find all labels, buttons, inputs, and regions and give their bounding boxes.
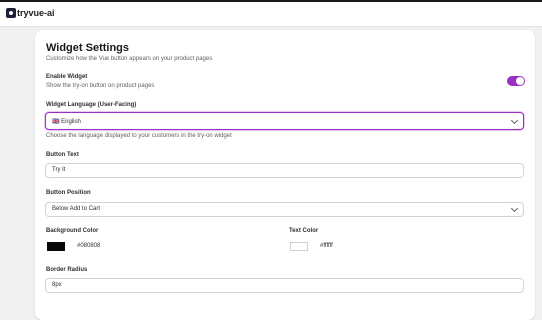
chevron-down-icon bbox=[510, 204, 519, 213]
widget-settings-card: Widget Settings Customize how the Vue bu… bbox=[35, 30, 535, 320]
app-brand: tryvue-ai bbox=[17, 8, 55, 18]
text-color-swatch[interactable] bbox=[290, 242, 308, 251]
border-radius-label: Border Radius bbox=[46, 267, 88, 273]
background-color-value[interactable]: #080808 bbox=[77, 243, 100, 249]
text-color-value[interactable]: #ffffff bbox=[320, 243, 333, 249]
button-position-label: Button Position bbox=[46, 190, 91, 196]
app-header: tryvue-ai bbox=[0, 2, 542, 27]
button-text-value: Try It bbox=[52, 167, 66, 173]
background-color-swatch[interactable] bbox=[47, 242, 65, 251]
language-select-value: 🇬🇧 English bbox=[52, 119, 81, 125]
app-logo-icon bbox=[6, 8, 16, 18]
button-position-value: Below Add to Cart bbox=[52, 206, 101, 212]
chevron-down-icon bbox=[510, 116, 519, 125]
button-text-label: Button Text bbox=[46, 152, 79, 158]
enable-widget-label: Enable Widget bbox=[46, 74, 88, 80]
language-help: Choose the language displayed to your cu… bbox=[46, 133, 232, 139]
text-color-label: Text Color bbox=[289, 228, 319, 234]
page-subtitle: Customize how the Vue button appears on … bbox=[46, 56, 213, 62]
language-select[interactable]: 🇬🇧 English bbox=[45, 112, 524, 130]
button-text-input[interactable]: Try It bbox=[45, 163, 524, 178]
background-color-label: Background Color bbox=[46, 228, 99, 234]
button-position-select[interactable]: Below Add to Cart bbox=[45, 202, 524, 217]
toggle-knob bbox=[516, 77, 524, 85]
border-radius-input[interactable]: 8px bbox=[45, 278, 524, 293]
page-title: Widget Settings bbox=[46, 42, 130, 54]
enable-widget-help: Show the try-on button on product pages bbox=[46, 83, 155, 89]
border-radius-value: 8px bbox=[52, 282, 62, 288]
language-label: Widget Language (User-Facing) bbox=[46, 102, 137, 108]
enable-widget-toggle[interactable] bbox=[507, 76, 525, 86]
